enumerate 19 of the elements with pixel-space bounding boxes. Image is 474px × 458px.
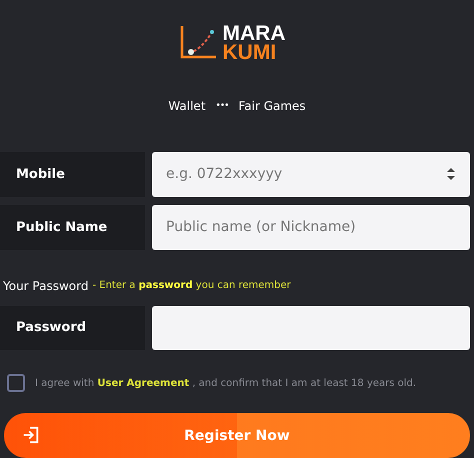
nav-link[interactable]: Wallet (168, 98, 206, 113)
checkbox[interactable] (7, 374, 25, 392)
separator-dots: ••• (216, 100, 228, 111)
field-label: Public Name (0, 204, 145, 250)
login-icon (22, 426, 40, 444)
agreement-link[interactable]: User Agreement (97, 378, 190, 389)
field-label: Mobile (0, 152, 145, 197)
field-label: Password (0, 306, 145, 350)
logo-wordmark-top: MARA (222, 24, 286, 43)
spinner-icon[interactable] (446, 166, 456, 181)
input-field[interactable]: e.g. 0722xxxyyy (152, 152, 470, 197)
chart-logo-icon (178, 24, 218, 60)
agreement-text: I agree with User Agreement , and confirm that I am at least 18 years old. (35, 378, 416, 389)
password-field[interactable] (152, 306, 470, 350)
password-hint: - Enter a password you can remember (92, 280, 291, 292)
nav-link[interactable]: Fair Games (238, 98, 306, 113)
section-heading: Your Password (3, 278, 88, 293)
logo-wordmark-bottom: KUMI (222, 42, 278, 62)
input-field[interactable]: Public name (or Nickname) (152, 204, 470, 250)
